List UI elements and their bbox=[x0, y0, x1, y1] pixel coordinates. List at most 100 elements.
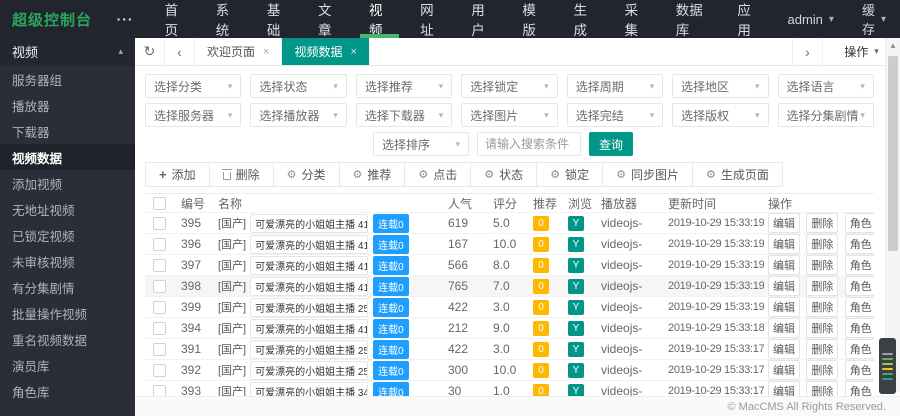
filter-select[interactable]: 选择版权 ▾ bbox=[672, 103, 769, 127]
edit-button[interactable]: 编辑 bbox=[768, 255, 800, 275]
floating-widget[interactable] bbox=[879, 338, 896, 394]
delete-button[interactable]: 删除 bbox=[806, 360, 839, 380]
row-checkbox[interactable] bbox=[153, 364, 166, 378]
serial-badge[interactable]: 连载0 bbox=[373, 381, 409, 396]
select-all-checkbox[interactable] bbox=[153, 197, 166, 211]
row-checkbox[interactable] bbox=[153, 385, 166, 396]
tab-scroll-left-button[interactable]: ‹ bbox=[165, 38, 195, 65]
recommend-badge[interactable]: 0 bbox=[533, 321, 549, 336]
scrollbar-thumb[interactable] bbox=[888, 56, 898, 251]
scroll-up-icon[interactable]: ▲ bbox=[886, 38, 900, 52]
filter-select[interactable]: 选择播放器 ▾ bbox=[250, 103, 347, 127]
serial-badge[interactable]: 连载0 bbox=[373, 213, 409, 233]
row-checkbox[interactable] bbox=[153, 322, 166, 336]
delete-button[interactable]: 删除 bbox=[806, 297, 839, 317]
toolbar-button[interactable]: 锁定 bbox=[536, 162, 604, 187]
sidebar-item[interactable]: 演员库 bbox=[0, 352, 135, 378]
tab[interactable]: 欢迎页面 × bbox=[195, 38, 283, 65]
delete-button[interactable]: 删除 bbox=[806, 318, 839, 338]
sidebar-item[interactable]: 角色库 bbox=[0, 378, 135, 404]
filter-select[interactable]: 选择推荐 ▾ bbox=[355, 74, 453, 98]
menu-collapse-button[interactable]: ··· bbox=[109, 0, 142, 38]
browse-badge[interactable]: Y bbox=[568, 279, 584, 294]
topbar-nav-item[interactable]: 采集 bbox=[610, 0, 661, 38]
role-button[interactable]: 角色 bbox=[844, 360, 874, 380]
cache-menu[interactable]: 缓存 ▾ bbox=[848, 0, 900, 38]
browse-badge[interactable]: Y bbox=[568, 300, 584, 315]
sidebar-item[interactable]: 无地址视频 bbox=[0, 196, 135, 222]
browse-badge[interactable]: Y bbox=[568, 342, 584, 357]
browse-badge[interactable]: Y bbox=[568, 363, 584, 378]
topbar-nav-item[interactable]: 应用 bbox=[722, 0, 773, 38]
recommend-badge[interactable]: 0 bbox=[533, 216, 549, 231]
video-name-input[interactable]: 可爱漂亮的小姐姐主播 416 bbox=[250, 276, 369, 296]
video-name-input[interactable]: 可爱漂亮的小姐姐主播 414 bbox=[250, 234, 369, 254]
edit-button[interactable]: 编辑 bbox=[768, 381, 800, 396]
browse-badge[interactable]: Y bbox=[568, 321, 584, 336]
search-input[interactable] bbox=[477, 132, 581, 156]
topbar-nav-item[interactable]: 数据库 bbox=[661, 0, 723, 38]
refresh-button[interactable]: ↻ bbox=[135, 38, 165, 65]
row-checkbox[interactable] bbox=[153, 259, 166, 273]
sidebar-item[interactable]: 播放器 bbox=[0, 92, 135, 118]
filter-select[interactable]: 选择语言 ▾ bbox=[777, 74, 874, 98]
filter-select[interactable]: 选择状态 ▾ bbox=[250, 74, 347, 98]
serial-badge[interactable]: 连载0 bbox=[373, 318, 409, 338]
role-button[interactable]: 角色 bbox=[844, 297, 874, 317]
topbar-nav-item[interactable]: 用户 bbox=[456, 0, 507, 38]
role-button[interactable]: 角色 bbox=[844, 318, 874, 338]
browse-badge[interactable]: Y bbox=[568, 258, 584, 273]
serial-badge[interactable]: 连载0 bbox=[373, 255, 409, 275]
serial-badge[interactable]: 连载0 bbox=[373, 360, 409, 380]
role-button[interactable]: 角色 bbox=[844, 339, 874, 359]
recommend-badge[interactable]: 0 bbox=[533, 300, 549, 315]
recommend-badge[interactable]: 0 bbox=[533, 342, 549, 357]
topbar-nav-item[interactable]: 模版 bbox=[507, 0, 558, 38]
role-button[interactable]: 角色 bbox=[844, 255, 874, 275]
video-name-input[interactable]: 可爱漂亮的小姐姐主播 255 bbox=[250, 360, 369, 380]
sidebar-item[interactable]: 批量操作视频 bbox=[0, 300, 135, 326]
filter-select[interactable]: 选择图片 ▾ bbox=[461, 103, 558, 127]
topbar-nav-item[interactable]: 首页 bbox=[150, 0, 201, 38]
delete-button[interactable]: 删除 bbox=[806, 234, 839, 254]
sidebar-item[interactable]: 已锁定视频 bbox=[0, 222, 135, 248]
row-checkbox[interactable] bbox=[153, 238, 166, 252]
sidebar-item[interactable]: 服务器组 bbox=[0, 66, 135, 92]
edit-button[interactable]: 编辑 bbox=[768, 213, 800, 233]
serial-badge[interactable]: 连载0 bbox=[373, 276, 409, 296]
recommend-badge[interactable]: 0 bbox=[533, 237, 549, 252]
video-name-input[interactable]: 可爱漂亮的小姐姐主播 412 bbox=[250, 318, 369, 338]
tab-scroll-right-button[interactable]: › bbox=[792, 38, 822, 65]
delete-button[interactable]: 删除 bbox=[806, 213, 839, 233]
browse-badge[interactable]: Y bbox=[568, 384, 584, 396]
topbar-nav-item[interactable]: 基础 bbox=[252, 0, 303, 38]
sidebar-item[interactable]: 下载器 bbox=[0, 118, 135, 144]
row-checkbox[interactable] bbox=[153, 280, 166, 294]
serial-badge[interactable]: 连载0 bbox=[373, 234, 409, 254]
sidebar-item[interactable]: 视频数据 bbox=[0, 144, 135, 170]
delete-button[interactable]: 删除 bbox=[806, 339, 839, 359]
recommend-badge[interactable]: 0 bbox=[533, 279, 549, 294]
video-name-input[interactable]: 可爱漂亮的小姐姐主播 256 bbox=[250, 339, 369, 359]
role-button[interactable]: 角色 bbox=[844, 381, 874, 396]
sort-select[interactable]: 选择排序 ▾ bbox=[373, 132, 469, 156]
close-icon[interactable]: × bbox=[350, 46, 356, 58]
serial-badge[interactable]: 连载0 bbox=[373, 297, 409, 317]
row-checkbox[interactable] bbox=[153, 301, 166, 315]
topbar-nav-item[interactable]: 文章 bbox=[303, 0, 354, 38]
video-name-input[interactable]: 可爱漂亮的小姐姐主播 413 bbox=[250, 213, 369, 233]
toolbar-button[interactable]: 分类 bbox=[272, 162, 340, 187]
search-button[interactable]: 查询 bbox=[589, 132, 633, 156]
sidebar-item[interactable]: 有分集剧情 bbox=[0, 274, 135, 300]
toolbar-button[interactable]: 点击 bbox=[404, 162, 472, 187]
delete-button[interactable]: 删除 bbox=[806, 255, 839, 275]
edit-button[interactable]: 编辑 bbox=[768, 339, 800, 359]
filter-select[interactable]: 选择服务器 ▾ bbox=[145, 103, 242, 127]
video-name-input[interactable]: 可爱漂亮的小姐姐主播 256 bbox=[250, 297, 369, 317]
edit-button[interactable]: 编辑 bbox=[768, 360, 800, 380]
filter-select[interactable]: 选择分类 ▾ bbox=[145, 74, 242, 98]
close-icon[interactable]: × bbox=[263, 46, 269, 58]
recommend-badge[interactable]: 0 bbox=[533, 384, 549, 396]
sidebar-item[interactable]: 添加视频 bbox=[0, 170, 135, 196]
delete-button[interactable]: 删除 bbox=[806, 381, 839, 396]
